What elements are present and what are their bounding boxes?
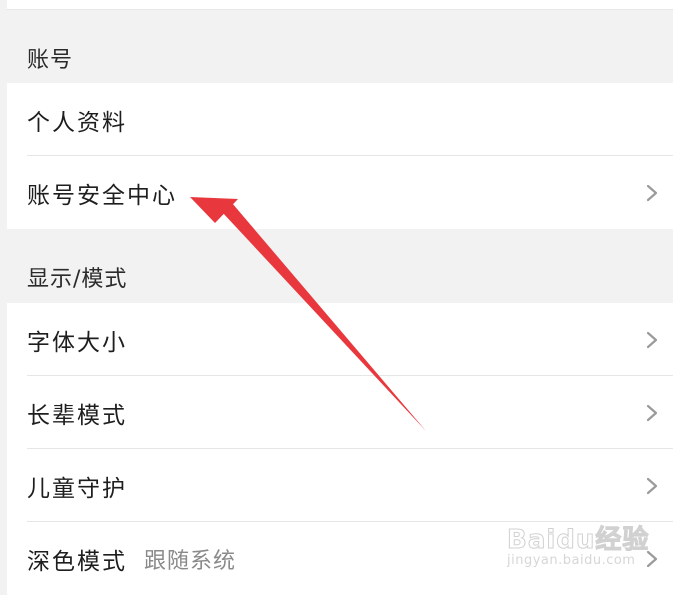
section-header-account: 账号 [7,10,673,83]
settings-row-font-size[interactable]: 字体大小 [7,303,673,376]
watermark-main-text: Baidu经验 [506,525,650,556]
chevron-right-icon [646,477,658,494]
chevron-right-icon [646,331,658,348]
settings-row-account-security[interactable]: 账号安全中心 [7,156,673,229]
chevron-right-icon [646,404,658,421]
settings-row-profile[interactable]: 个人资料 [7,83,673,156]
section-title-account: 账号 [27,48,74,73]
row-label-dark-mode: 深色模式 [27,548,127,575]
baidu-jingyan-watermark: Baidu经验 jingyan.baidu.com [506,519,648,581]
row-label-profile: 个人资料 [27,109,127,136]
watermark-sub-text: jingyan.baidu.com [507,553,636,568]
chevron-right-icon [646,184,658,201]
row-label-child-protection: 儿童守护 [27,475,127,502]
left-edge [0,0,7,595]
settings-screen: 账号 个人资料 账号安全中心 显示/模式 字体大小 长辈模式 儿童守护 深色模式… [0,0,673,595]
row-label-account-security: 账号安全中心 [27,182,177,209]
section-title-display: 显示/模式 [27,267,128,292]
dark-mode-value: 跟随系统 [144,548,237,574]
section-header-display: 显示/模式 [7,229,673,302]
row-label-font-size: 字体大小 [27,329,127,356]
top-strip [7,0,673,10]
row-label-elder-mode: 长辈模式 [27,402,127,429]
settings-row-elder-mode[interactable]: 长辈模式 [7,376,673,449]
settings-row-child-protection[interactable]: 儿童守护 [7,449,673,522]
